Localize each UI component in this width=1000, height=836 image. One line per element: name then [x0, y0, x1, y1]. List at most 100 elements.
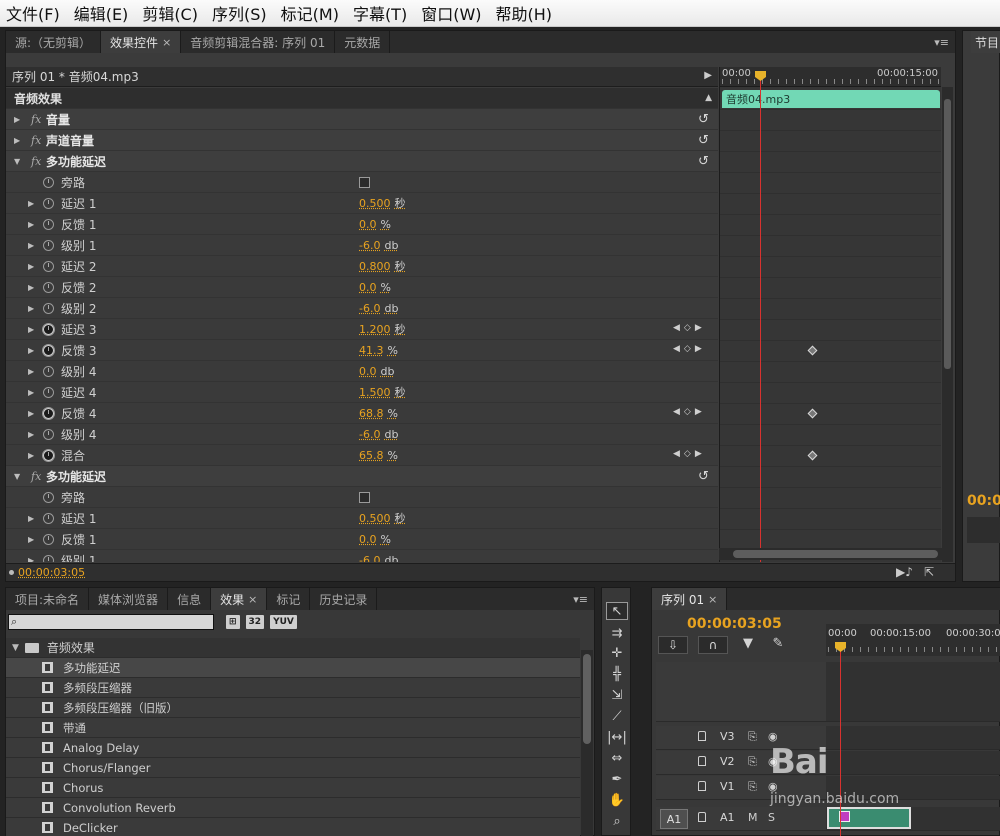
collapsed-triangle-icon[interactable]: ▶	[28, 220, 34, 229]
param-value[interactable]: 0.500 秒	[359, 195, 406, 211]
show-timeline-icon[interactable]: ▶	[704, 70, 712, 81]
bypass-checkbox[interactable]	[359, 177, 370, 188]
effect-horizontal-scrollbar[interactable]	[719, 548, 952, 560]
rolling-edit-tool-icon[interactable]: ╬	[606, 665, 628, 683]
scroll-thumb[interactable]	[583, 654, 591, 744]
collapsed-triangle-icon[interactable]: ▶	[14, 136, 20, 145]
param-value[interactable]: 0.800 秒	[359, 258, 406, 274]
pen-tool-icon[interactable]: ✒	[606, 770, 628, 788]
effect-vertical-scrollbar[interactable]	[942, 87, 953, 562]
param-row[interactable]: ▶ 混合 65.8% ◀ ◇ ▶	[6, 445, 718, 466]
collapsed-triangle-icon[interactable]: ▶	[28, 325, 34, 334]
collapsed-triangle-icon[interactable]: ▶	[28, 241, 34, 250]
fx-icon[interactable]: fx	[31, 470, 41, 483]
lock-icon[interactable]	[698, 731, 706, 741]
collapsed-triangle-icon[interactable]: ▶	[28, 346, 34, 355]
param-row[interactable]: ▶ 延迟 3 1.200 秒 ◀ ◇ ▶	[6, 319, 718, 340]
ripple-edit-tool-icon[interactable]: ✛	[606, 644, 628, 662]
param-row[interactable]: ▶ 反馈 3 41.3% ◀ ◇ ▶	[6, 340, 718, 361]
param-row[interactable]: ▶ 延迟 4 1.500 秒	[6, 382, 718, 403]
prev-keyframe-icon[interactable]: ◀	[673, 449, 680, 459]
slip-tool-icon[interactable]: |↔|	[606, 728, 628, 746]
param-value[interactable]: -6.0 db	[359, 239, 398, 252]
add-keyframe-icon[interactable]: ◇	[684, 449, 691, 459]
prev-keyframe-icon[interactable]: ◀	[673, 323, 680, 333]
param-value[interactable]: -6.0 db	[359, 554, 398, 563]
tab-proj-4[interactable]: 标记	[267, 588, 311, 610]
add-keyframe-icon[interactable]: ◇	[684, 344, 691, 354]
param-value[interactable]: -6.0 db	[359, 302, 398, 315]
param-value[interactable]: 1.500 秒	[359, 384, 406, 400]
slide-tool-icon[interactable]: ⇔	[606, 749, 628, 767]
effect-list-item[interactable]: 多功能延迟	[6, 658, 580, 678]
param-row[interactable]: ▶ 反馈 1 0.0%	[6, 529, 718, 550]
fx-icon[interactable]: fx	[31, 113, 41, 126]
stopwatch-icon[interactable]	[42, 449, 55, 462]
reset-icon[interactable]: ↺	[698, 469, 709, 484]
razor-tool-icon[interactable]: ⟋	[606, 707, 628, 725]
param-value[interactable]: 0.0 db	[359, 365, 394, 378]
param-row[interactable]: ▶ 级别 1 -6.0 db	[6, 550, 718, 562]
effect-list-item[interactable]: Convolution Reverb	[6, 798, 580, 818]
menu-item[interactable]: 剪辑(C)	[142, 1, 198, 25]
reset-icon[interactable]: ↺	[698, 133, 709, 148]
collapse-up-icon[interactable]: ▲	[705, 93, 712, 103]
keyframe-diamond[interactable]	[807, 450, 818, 461]
collapsed-triangle-icon[interactable]: ▶	[28, 367, 34, 376]
next-keyframe-icon[interactable]: ▶	[695, 323, 702, 333]
wrench-icon[interactable]: ✎	[768, 636, 788, 656]
expanded-triangle-icon[interactable]: ▼	[12, 643, 19, 653]
stopwatch-icon[interactable]	[43, 177, 54, 188]
bypass-checkbox[interactable]	[359, 492, 370, 503]
collapsed-triangle-icon[interactable]: ▶	[28, 304, 34, 313]
menu-item[interactable]: 文件(F)	[6, 1, 60, 25]
mute-toggle[interactable]: M	[748, 811, 758, 824]
param-value[interactable]: 41.3%	[359, 344, 398, 357]
prev-keyframe-icon[interactable]: ◀	[673, 344, 680, 354]
effects-search-input[interactable]	[23, 616, 203, 630]
collapsed-triangle-icon[interactable]: ▶	[28, 283, 34, 292]
tab-proj-3[interactable]: 效果 ×	[211, 588, 268, 610]
menu-item[interactable]: 帮助(H)	[496, 1, 553, 25]
next-keyframe-icon[interactable]: ▶	[695, 449, 702, 459]
stopwatch-icon[interactable]	[43, 555, 54, 562]
stopwatch-icon[interactable]	[42, 407, 55, 420]
program-timecode[interactable]: 00:00	[967, 493, 1000, 509]
source-patch-a1[interactable]: A1	[660, 809, 688, 829]
yuv-effects-icon[interactable]: YUV	[270, 615, 297, 629]
param-row[interactable]: ▶ 级别 1 -6.0 db	[6, 235, 718, 256]
effect-row[interactable]: ▶ fx 声道音量 ↺	[6, 130, 718, 151]
effect-list-item[interactable]: DeClicker	[6, 818, 580, 836]
menu-item[interactable]: 标记(M)	[281, 1, 339, 25]
next-keyframe-icon[interactable]: ▶	[695, 344, 702, 354]
effect-list-item[interactable]: Chorus	[6, 778, 580, 798]
stopwatch-icon[interactable]	[43, 261, 54, 272]
effect-list-item[interactable]: Analog Delay	[6, 738, 580, 758]
32bit-effects-icon[interactable]: 32	[245, 615, 265, 629]
stopwatch-icon[interactable]	[43, 282, 54, 293]
tab-ec-0[interactable]: 源:（无剪辑）	[6, 31, 102, 53]
reset-icon[interactable]: ↺	[698, 154, 709, 169]
effect-row[interactable]: ▶ fx 音量 ↺	[6, 109, 718, 130]
param-row[interactable]: ▶ 级别 2 -6.0 db	[6, 298, 718, 319]
param-value[interactable]: 0.0%	[359, 218, 391, 231]
tab-ec-1[interactable]: 效果控件 ×	[101, 31, 182, 53]
collapsed-triangle-icon[interactable]: ▶	[28, 556, 34, 563]
scroll-thumb[interactable]	[944, 99, 951, 369]
effects-folder-audio[interactable]: ▼ 音频效果	[6, 638, 580, 658]
fx-icon[interactable]: fx	[31, 134, 41, 147]
sync-lock-icon[interactable]: ⎘	[748, 755, 757, 769]
lock-icon[interactable]	[698, 812, 706, 822]
stopwatch-icon[interactable]	[43, 429, 54, 440]
add-marker-icon[interactable]: ▼	[738, 636, 758, 656]
reset-icon[interactable]: ↺	[698, 112, 709, 127]
param-row[interactable]: 旁路	[6, 172, 718, 193]
hand-tool-icon[interactable]: ✋	[606, 791, 628, 809]
sequence-ruler[interactable]: 00:00 00:00:15:00 00:00:30:0	[826, 624, 1000, 656]
param-row[interactable]: ▶ 级别 4 -6.0 db	[6, 424, 718, 445]
current-timecode[interactable]: 00:00:03:05	[18, 566, 85, 579]
stopwatch-icon[interactable]	[43, 198, 54, 209]
close-icon[interactable]: ×	[248, 593, 257, 606]
rate-stretch-tool-icon[interactable]: ⇲	[606, 686, 628, 704]
stopwatch-icon[interactable]	[43, 534, 54, 545]
